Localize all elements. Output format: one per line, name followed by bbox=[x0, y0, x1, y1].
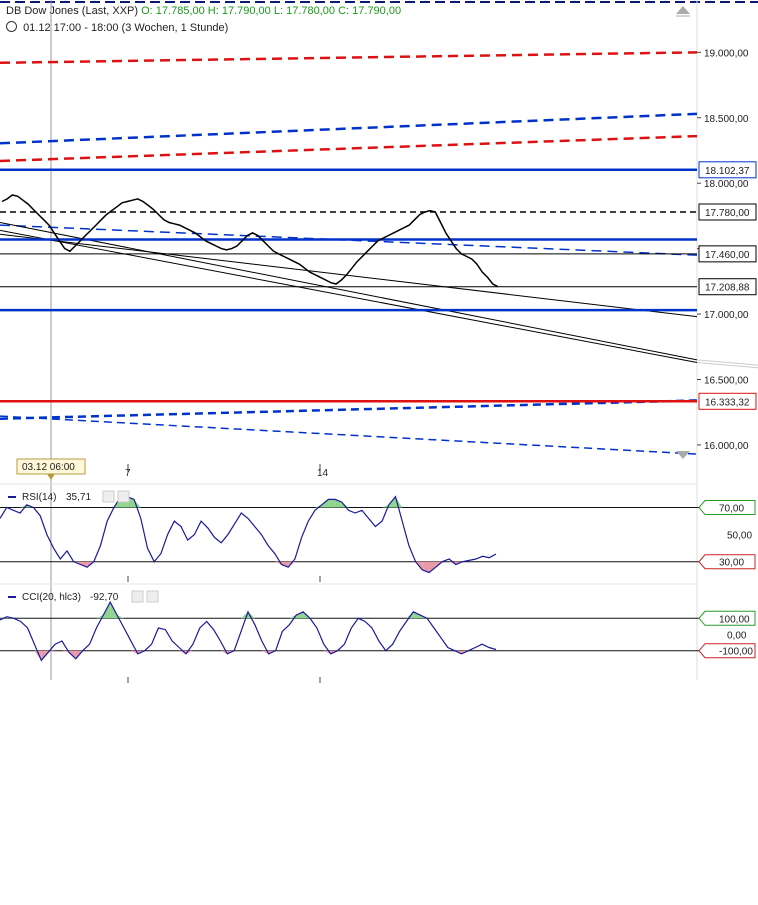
chart-canvas[interactable]: 19.000,0018.500,0018.000,0017.500,0017.0… bbox=[0, 0, 758, 905]
price-level-label: 17.780,00 bbox=[705, 208, 750, 219]
rsi-level-label: 30,00 bbox=[719, 558, 744, 569]
trend-line-8 bbox=[0, 233, 698, 318]
rsi-series-line bbox=[0, 495, 497, 574]
rsi-close-icon[interactable] bbox=[117, 490, 130, 503]
price-level-label: 16.333,32 bbox=[705, 397, 750, 408]
price-level-label: 17.460,00 bbox=[705, 250, 750, 261]
rsi-settings-icon[interactable] bbox=[102, 490, 115, 503]
cci-title: CCI(20, hlc3) bbox=[22, 592, 81, 603]
cursor-date-label: 03.12 06:00 bbox=[22, 462, 75, 473]
scroll-down-icon[interactable] bbox=[676, 451, 690, 459]
trend-line-5 bbox=[0, 415, 698, 455]
price-series-line bbox=[1, 194, 499, 288]
cci-level-label: 0,00 bbox=[727, 631, 747, 642]
rsi-oversold-fill bbox=[428, 561, 436, 573]
trend-line-0 bbox=[0, 51, 698, 65]
cci-level-label: 100,00 bbox=[719, 614, 750, 625]
scroll-up-icon[interactable] bbox=[676, 6, 690, 14]
price-level-label: 17.208,88 bbox=[705, 283, 750, 294]
cci-settings-icon[interactable] bbox=[131, 590, 144, 603]
price-tick-label: 16.500,00 bbox=[704, 375, 749, 386]
trend-line-6 bbox=[0, 221, 698, 361]
trend-extension bbox=[696, 361, 758, 369]
rsi-overbought-fill bbox=[328, 499, 336, 508]
rsi-level-label: 50,00 bbox=[727, 531, 752, 542]
rsi-value: 35,71 bbox=[66, 492, 91, 503]
cci-value: -92,70 bbox=[90, 592, 119, 603]
price-level-label: 18.102,37 bbox=[705, 166, 750, 177]
time-tick-label: 7 bbox=[125, 468, 131, 479]
price-tick-label: 16.000,00 bbox=[704, 441, 749, 452]
cursor-date-pointer bbox=[47, 474, 55, 480]
trend-line-4 bbox=[0, 399, 698, 420]
price-tick-label: 18.000,00 bbox=[704, 179, 749, 190]
rsi-level-label: 70,00 bbox=[719, 504, 744, 515]
price-tick-label: 19.000,00 bbox=[704, 48, 749, 59]
price-tick-label: 18.500,00 bbox=[704, 114, 749, 125]
price-tick-label: 17.000,00 bbox=[704, 310, 749, 321]
time-tick-label: 14 bbox=[317, 468, 329, 479]
trend-extension bbox=[696, 359, 758, 366]
cci-close-icon[interactable] bbox=[146, 590, 159, 603]
cci-level-label: -100,00 bbox=[719, 647, 753, 658]
rsi-title: RSI(14) bbox=[22, 492, 56, 503]
